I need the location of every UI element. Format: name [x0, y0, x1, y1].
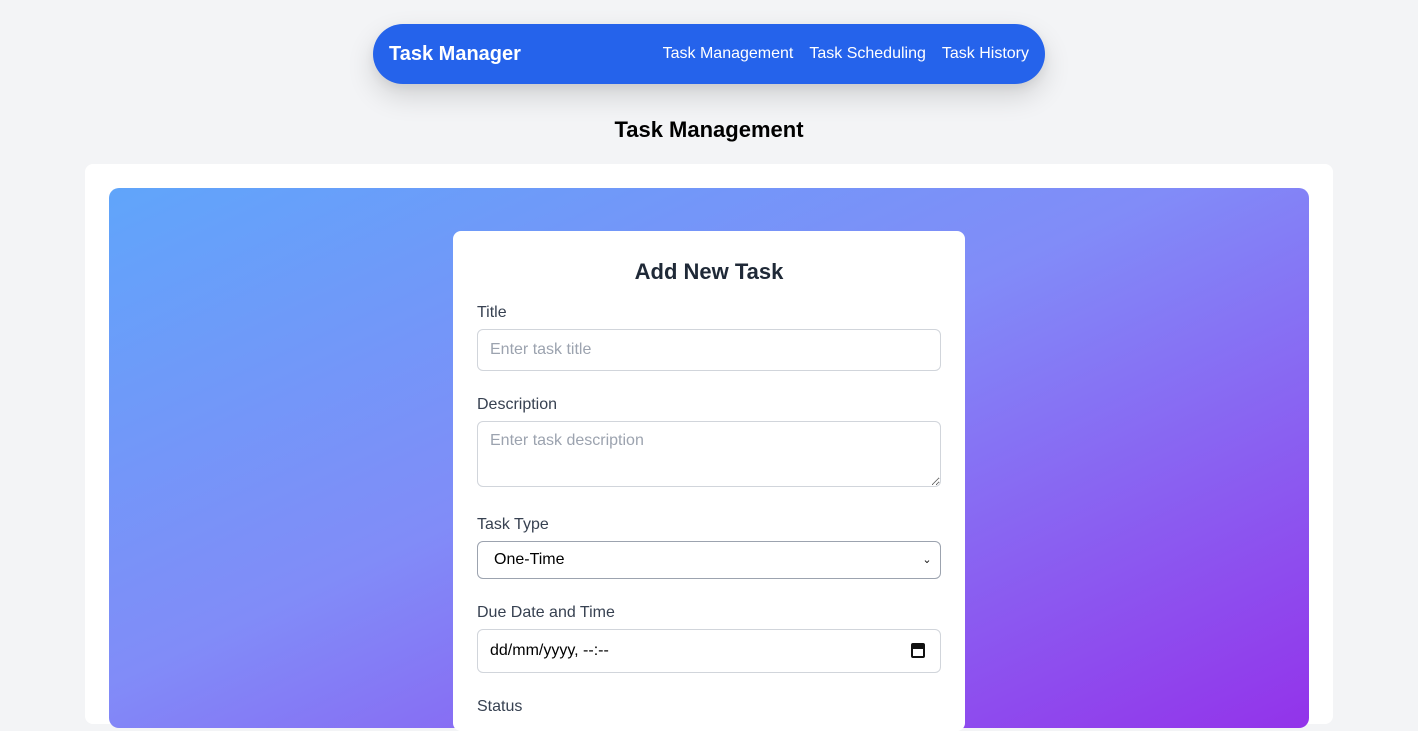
- description-field-group: Description: [477, 395, 941, 487]
- nav-links: Task Management Task Scheduling Task His…: [663, 45, 1029, 63]
- page-title: Task Management: [614, 117, 804, 142]
- task-type-field-group: Task Type One-Time ⌄: [477, 515, 941, 579]
- chevron-down-icon: ⌄: [922, 554, 932, 566]
- description-label: Description: [477, 396, 558, 413]
- status-field-group: Status: [477, 697, 941, 717]
- brand-logo[interactable]: Task Manager: [389, 43, 521, 66]
- title-field-group: Title: [477, 303, 941, 371]
- title-label: Title: [477, 304, 507, 321]
- title-input[interactable]: [477, 329, 941, 371]
- status-label: Status: [477, 698, 523, 715]
- task-type-label: Task Type: [477, 516, 549, 533]
- task-type-select-wrapper: One-Time ⌄: [477, 541, 941, 579]
- top-navbar: Task Manager Task Management Task Schedu…: [373, 24, 1045, 84]
- description-textarea[interactable]: [477, 421, 941, 487]
- nav-link-task-scheduling[interactable]: Task Scheduling: [809, 45, 926, 63]
- form-heading: Add New Task: [634, 259, 784, 284]
- nav-link-task-management[interactable]: Task Management: [663, 45, 794, 63]
- due-date-field-group: Due Date and Time dd/mm/yyyy, --:--: [477, 603, 941, 673]
- due-date-input[interactable]: dd/mm/yyyy, --:--: [477, 629, 941, 673]
- calendar-icon[interactable]: [911, 643, 925, 658]
- task-type-select[interactable]: One-Time: [477, 541, 941, 579]
- nav-link-task-history[interactable]: Task History: [942, 45, 1029, 63]
- due-date-input-wrapper: dd/mm/yyyy, --:--: [477, 629, 941, 673]
- due-date-label: Due Date and Time: [477, 604, 615, 621]
- add-task-form: Add New Task Title Description Task Type…: [453, 231, 965, 731]
